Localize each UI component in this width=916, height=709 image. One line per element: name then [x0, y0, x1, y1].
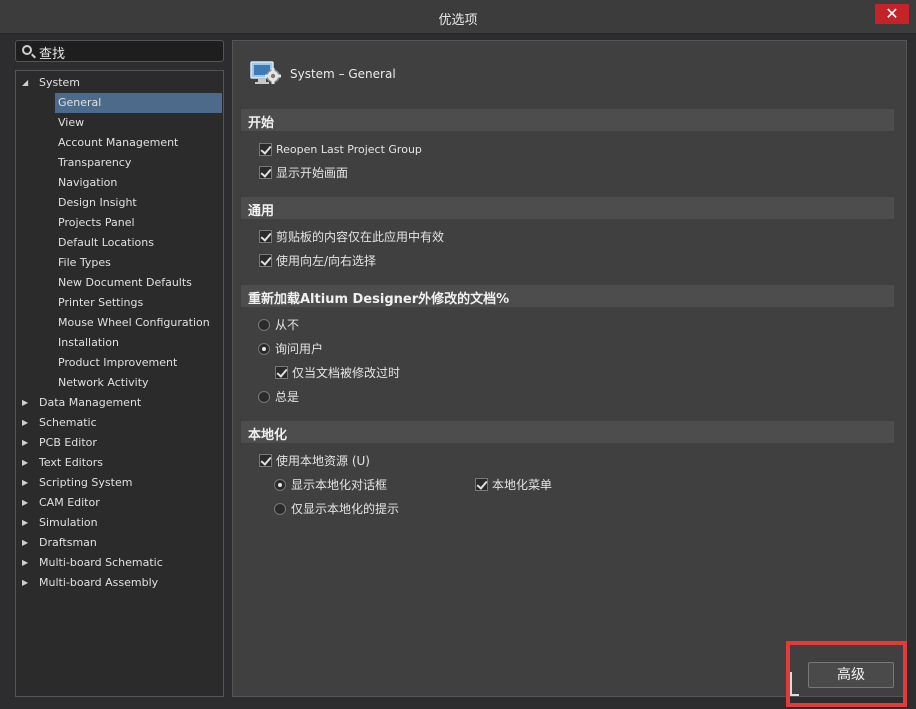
- radio-unchecked[interactable]: [258, 319, 270, 331]
- tree-item-schematic[interactable]: ▶ Schematic: [22, 413, 222, 433]
- tree-item-pcb-editor[interactable]: ▶ PCB Editor: [22, 433, 222, 453]
- tree-item-system[interactable]: ◢ System: [22, 73, 222, 93]
- collapsed-arrow-icon: ▶: [22, 578, 29, 587]
- collapsed-arrow-icon: ▶: [22, 458, 29, 467]
- tree-item-design-insight[interactable]: Design Insight: [55, 193, 222, 213]
- checkbox-checked[interactable]: [259, 166, 272, 179]
- collapsed-arrow-icon: ▶: [22, 518, 29, 527]
- collapsed-arrow-icon: ▶: [22, 558, 29, 567]
- expanded-arrow-icon: ◢: [22, 78, 29, 87]
- radio-unchecked[interactable]: [258, 391, 270, 403]
- tree-item-scripting-system[interactable]: ▶ Scripting System: [22, 473, 222, 493]
- section-header-general: 通用: [241, 197, 894, 219]
- radio-unchecked[interactable]: [274, 503, 286, 515]
- tree-item-cam-editor[interactable]: ▶ CAM Editor: [22, 493, 222, 513]
- tree-item-printer-settings[interactable]: Printer Settings: [55, 293, 222, 313]
- tree-item-navigation[interactable]: Navigation: [55, 173, 222, 193]
- tree-item-file-types[interactable]: File Types: [55, 253, 222, 273]
- checkbox-checked[interactable]: [259, 454, 272, 467]
- system-settings-icon: [250, 61, 281, 84]
- tree-item-mouse-wheel-configuration[interactable]: Mouse Wheel Configuration: [55, 313, 222, 333]
- tree-item-account-management[interactable]: Account Management: [55, 133, 222, 153]
- collapsed-arrow-icon: ▶: [22, 538, 29, 547]
- title-bar: 优选项 ✕: [0, 0, 916, 34]
- tree-item-network-activity[interactable]: Network Activity: [55, 373, 222, 393]
- collapsed-arrow-icon: ▶: [22, 478, 29, 487]
- tree-item-multi-board-assembly[interactable]: ▶ Multi-board Assembly: [22, 573, 222, 593]
- tree-item-new-document-defaults[interactable]: New Document Defaults: [55, 273, 222, 293]
- tree-item-projects-panel[interactable]: Projects Panel: [55, 213, 222, 233]
- search-placeholder: 查找: [39, 47, 66, 62]
- collapsed-arrow-icon: ▶: [22, 498, 29, 507]
- checkbox-checked[interactable]: [259, 254, 272, 267]
- tree-item-general[interactable]: General: [55, 93, 222, 113]
- window-title: 优选项: [438, 13, 478, 28]
- settings-tree[interactable]: ◢ System General View Account Management…: [15, 70, 224, 697]
- section-header-reload: 重新加载Altium Designer外修改的文档%: [241, 285, 894, 307]
- checkbox-checked[interactable]: [259, 143, 272, 156]
- close-icon: ✕: [885, 4, 899, 23]
- checkbox-checked[interactable]: [475, 478, 488, 491]
- section-header-localization: 本地化: [241, 421, 894, 443]
- radio-checked[interactable]: [258, 343, 270, 355]
- tree-item-product-improvement[interactable]: Product Improvement: [55, 353, 222, 373]
- tree-item-draftsman[interactable]: ▶ Draftsman: [22, 533, 222, 553]
- collapsed-arrow-icon: ▶: [22, 418, 29, 427]
- tree-item-data-management[interactable]: ▶ Data Management: [22, 393, 222, 413]
- tree-item-default-locations[interactable]: Default Locations: [55, 233, 222, 253]
- tree-item-installation[interactable]: Installation: [55, 333, 222, 353]
- search-icon: [22, 45, 32, 55]
- radio-checked[interactable]: [274, 479, 286, 491]
- panel-title: System – General: [290, 67, 396, 81]
- tree-item-view[interactable]: View: [55, 113, 222, 133]
- close-button[interactable]: ✕: [875, 4, 909, 24]
- tree-item-transparency[interactable]: Transparency: [55, 153, 222, 173]
- checkbox-checked[interactable]: [275, 366, 288, 379]
- collapsed-arrow-icon: ▶: [22, 438, 29, 447]
- highlight-box: [786, 641, 907, 707]
- search-input[interactable]: 查找: [15, 40, 224, 62]
- tree-item-simulation[interactable]: ▶ Simulation: [22, 513, 222, 533]
- tree-item-text-editors[interactable]: ▶ Text Editors: [22, 453, 222, 473]
- section-header-start: 开始: [241, 109, 894, 131]
- checkbox-checked[interactable]: [259, 230, 272, 243]
- tree-item-multi-board-schematic[interactable]: ▶ Multi-board Schematic: [22, 553, 222, 573]
- collapsed-arrow-icon: ▶: [22, 398, 29, 407]
